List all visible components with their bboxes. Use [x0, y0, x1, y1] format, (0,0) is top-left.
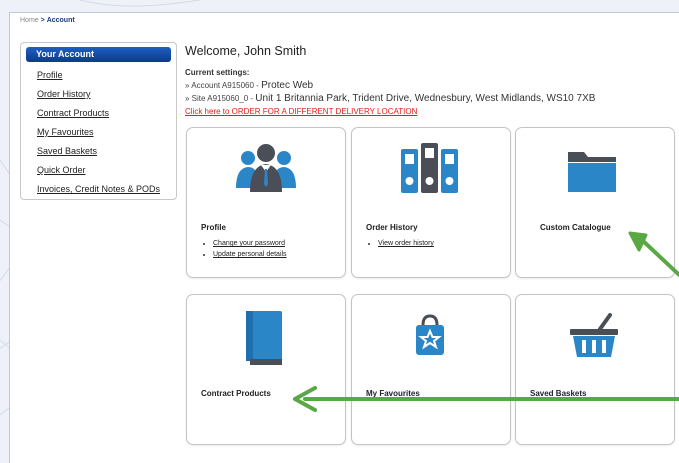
sidebar-link-quick-order[interactable]: Quick Order: [37, 165, 86, 175]
account-setting: » Account A915060 - Protec Web: [185, 80, 313, 91]
breadcrumb-home-link[interactable]: Home: [20, 17, 39, 24]
view-order-history-link[interactable]: View order history: [378, 240, 434, 247]
basket-icon: [570, 313, 618, 357]
site-setting: » Site A915060_0 - Unit 1 Britannia Park…: [185, 93, 595, 104]
people-icon: [236, 144, 296, 192]
account-prefix: » Account A915060 -: [185, 81, 262, 90]
account-page: Home > Account Your Account Profile Orde…: [9, 12, 679, 463]
tile-custom-catalogue-title: Custom Catalogue: [540, 223, 611, 232]
tile-profile-links: Change your password Update personal det…: [201, 240, 287, 262]
sidebar-item-order-history: Order History: [37, 86, 176, 105]
tile-order-history-links: View order history: [366, 240, 434, 251]
tile-profile-link-item: Change your password: [213, 240, 287, 247]
binders-icon: [401, 143, 458, 193]
tile-saved-baskets[interactable]: Saved Baskets: [515, 294, 675, 445]
sidebar-item-saved-baskets: Saved Baskets: [37, 143, 176, 162]
sidebar-item-invoices: Invoices, Credit Notes & PODs: [37, 181, 176, 200]
book-icon: [246, 311, 282, 365]
site-prefix: » Site A915060_0 -: [185, 94, 256, 103]
tile-saved-baskets-title: Saved Baskets: [530, 389, 587, 398]
folder-icon: [568, 152, 616, 192]
sidebar-menu: Profile Order History Contract Products …: [21, 67, 176, 200]
tile-order-history[interactable]: Order History View order history: [351, 127, 511, 278]
site-address: Unit 1 Britannia Park, Trident Drive, We…: [255, 93, 596, 104]
tile-profile-title: Profile: [201, 223, 226, 232]
sidebar-item-profile: Profile: [37, 67, 176, 86]
sidebar-title: Your Account: [26, 47, 171, 62]
tile-contract-products[interactable]: Contract Products: [186, 294, 346, 445]
tile-profile[interactable]: Profile Change your password Update pers…: [186, 127, 346, 278]
tile-custom-catalogue[interactable]: Custom Catalogue: [515, 127, 675, 278]
sidebar-item-my-favourites: My Favourites: [37, 124, 176, 143]
breadcrumb-current: Account: [46, 17, 75, 24]
tile-my-favourites[interactable]: My Favourites: [351, 294, 511, 445]
account-name: Protec Web: [261, 80, 314, 91]
tile-order-history-title: Order History: [366, 223, 418, 232]
update-personal-details-link[interactable]: Update personal details: [213, 251, 287, 258]
tile-contract-products-title: Contract Products: [201, 389, 271, 398]
sidebar-link-order-history[interactable]: Order History: [37, 89, 91, 99]
tile-order-history-link-item: View order history: [378, 240, 434, 247]
tile-my-favourites-title: My Favourites: [366, 389, 420, 398]
sidebar-item-contract-products: Contract Products: [37, 105, 176, 124]
sidebar-link-saved-baskets[interactable]: Saved Baskets: [37, 146, 97, 156]
sidebar-link-contract-products[interactable]: Contract Products: [37, 108, 109, 118]
breadcrumb: Home > Account: [20, 17, 75, 24]
sidebar-link-profile[interactable]: Profile: [37, 70, 63, 80]
tile-profile-link-item: Update personal details: [213, 251, 287, 258]
breadcrumb-separator: >: [40, 17, 45, 24]
change-delivery-location-link[interactable]: Click here to ORDER FOR A DIFFERENT DELI…: [185, 107, 417, 116]
favourites-bag-icon: [416, 314, 444, 355]
account-sidebar: Your Account Profile Order History Contr…: [20, 42, 177, 200]
sidebar-item-quick-order: Quick Order: [37, 162, 176, 181]
sidebar-link-invoices[interactable]: Invoices, Credit Notes & PODs: [37, 184, 160, 194]
change-password-link[interactable]: Change your password: [213, 240, 285, 247]
welcome-heading: Welcome, John Smith: [185, 44, 307, 58]
sidebar-link-my-favourites[interactable]: My Favourites: [37, 127, 94, 137]
current-settings-label: Current settings:: [185, 68, 250, 77]
